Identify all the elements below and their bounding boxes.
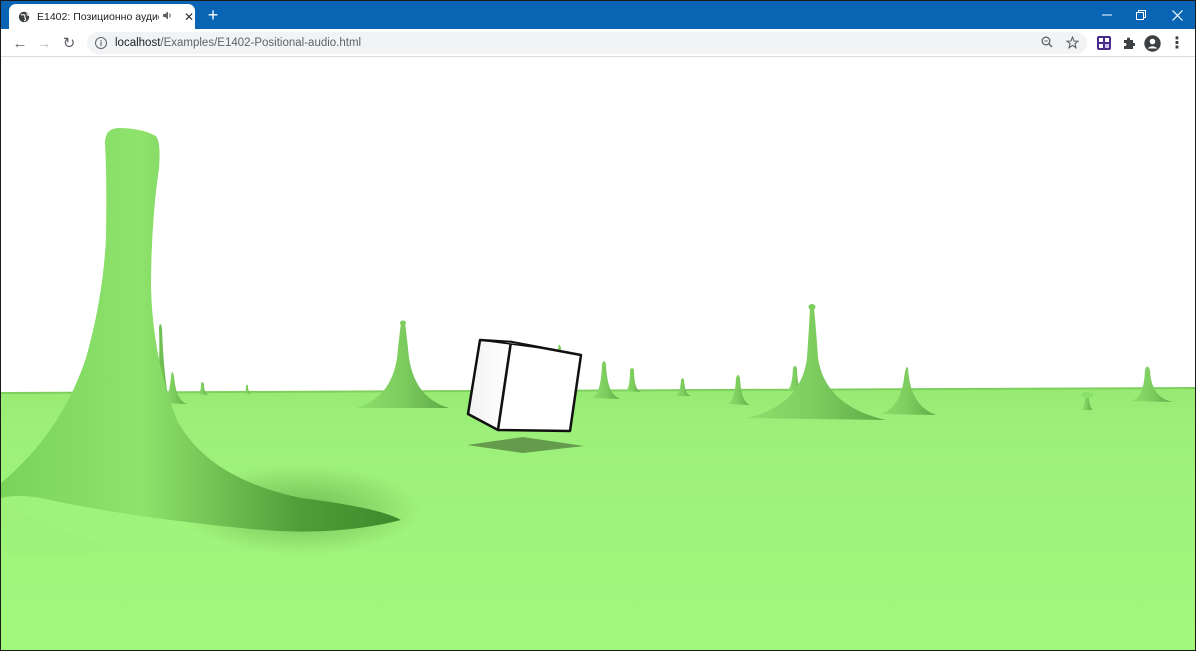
reload-button[interactable]: ↻ bbox=[59, 33, 79, 53]
info-icon[interactable]: i bbox=[95, 37, 107, 49]
close-icon bbox=[1171, 9, 1183, 21]
forward-button[interactable]: → bbox=[34, 33, 54, 53]
globe-icon bbox=[18, 11, 30, 23]
zoom-icon[interactable] bbox=[1039, 34, 1055, 50]
browser-toolbar: ← → ↻ i localhost/Examples/E1402-Positio… bbox=[1, 29, 1195, 57]
speaker-icon[interactable] bbox=[163, 11, 177, 22]
tab-active[interactable]: E1402: Позиционно аудио ✕ bbox=[9, 4, 195, 29]
address-bar[interactable]: i localhost/Examples/E1402-Positional-au… bbox=[87, 32, 1087, 54]
url-host: localhost bbox=[115, 37, 161, 49]
window-close-button[interactable] bbox=[1159, 1, 1195, 29]
minimize-icon bbox=[1102, 14, 1112, 16]
restore-button[interactable] bbox=[1123, 1, 1159, 29]
restore-icon bbox=[1136, 10, 1146, 20]
tab-close-icon[interactable]: ✕ bbox=[183, 10, 195, 24]
browser-window: E1402: Позиционно аудио ✕ + ← → ↻ i loca… bbox=[0, 0, 1196, 651]
rotating-cube bbox=[466, 338, 583, 433]
webgl-canvas[interactable] bbox=[1, 58, 1195, 650]
url-text: localhost/Examples/E1402-Positional-audi… bbox=[115, 37, 361, 49]
puzzle-icon[interactable] bbox=[1118, 33, 1138, 53]
menu-button[interactable]: ⋮ bbox=[1167, 33, 1187, 53]
new-tab-button[interactable]: + bbox=[204, 6, 222, 24]
scene-svg bbox=[1, 58, 1195, 650]
tab-title: E1402: Позиционно аудио bbox=[37, 10, 159, 23]
bookmark-star-icon[interactable] bbox=[1064, 34, 1080, 50]
url-path: /Examples/E1402-Positional-audio.html bbox=[160, 37, 362, 49]
sky bbox=[1, 58, 1195, 390]
profile-icon[interactable] bbox=[1142, 33, 1162, 53]
back-button[interactable]: ← bbox=[10, 33, 30, 53]
extension-icon[interactable] bbox=[1094, 33, 1114, 53]
tab-strip: E1402: Позиционно аудио ✕ + bbox=[1, 1, 1195, 29]
minimize-button[interactable] bbox=[1089, 1, 1125, 29]
